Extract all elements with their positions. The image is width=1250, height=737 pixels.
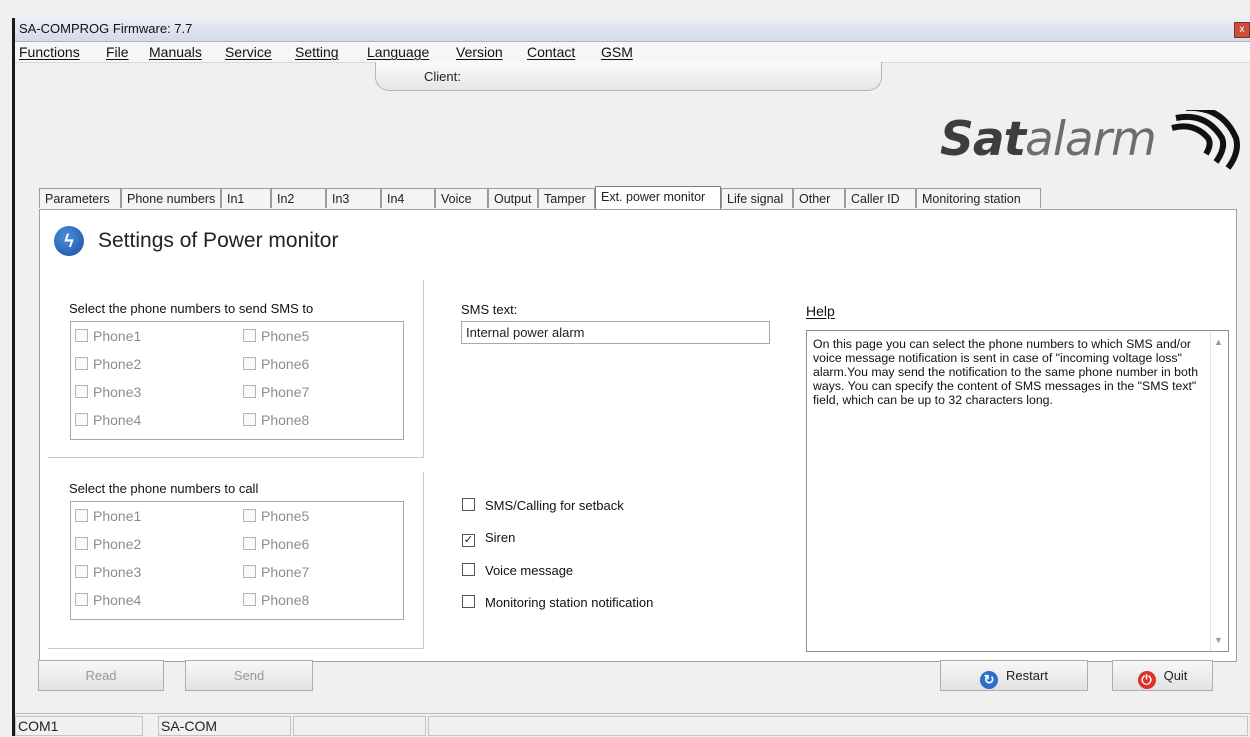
sms-phone-list: Phone1 Phone2 Phone3 Phone4 Phone5 Phone…	[70, 321, 404, 440]
tab-in4[interactable]: In4	[381, 188, 435, 208]
tab-in2[interactable]: In2	[271, 188, 326, 208]
tab-ext-power-monitor[interactable]: Ext. power monitor	[595, 186, 721, 209]
call-phone4-checkbox[interactable]: Phone4	[75, 592, 141, 608]
sms-phone8-checkbox[interactable]: Phone8	[243, 412, 309, 428]
lightning-icon: ϟ	[54, 226, 84, 256]
call-group-label: Select the phone numbers to call	[69, 481, 259, 496]
sms-phone5-checkbox[interactable]: Phone5	[243, 328, 309, 344]
quit-button[interactable]: ⏻ Quit	[1112, 660, 1213, 691]
menu-bar: Functions File Manuals Service Setting L…	[15, 42, 1250, 63]
sms-text-label: SMS text:	[461, 302, 518, 317]
menu-manuals[interactable]: Manuals	[149, 44, 202, 60]
tab-panel: ϟ Settings of Power monitor Select the p…	[39, 209, 1237, 662]
call-phone8-checkbox[interactable]: Phone8	[243, 592, 309, 608]
sms-group-label: Select the phone numbers to send SMS to	[69, 301, 314, 316]
help-textbox[interactable]: On this page you can select the phone nu…	[806, 330, 1229, 652]
help-label: Help	[806, 303, 835, 319]
client-tab: Client:	[375, 62, 882, 91]
checkbox-box	[462, 595, 475, 608]
logo-text-sat: Sat	[940, 112, 1026, 167]
status-field-3	[293, 716, 426, 736]
call-phone-list: Phone1 Phone2 Phone3 Phone4 Phone5 Phone…	[70, 501, 404, 620]
help-scrollbar[interactable]: ▲ ▼	[1210, 331, 1228, 651]
power-icon: ⏻	[1137, 671, 1156, 689]
checkbox-box	[462, 498, 475, 511]
tab-life-signal[interactable]: Life signal	[721, 188, 793, 208]
tab-caller-id[interactable]: Caller ID	[845, 188, 916, 208]
tab-parameters[interactable]: Parameters	[39, 188, 121, 208]
quit-label: Quit	[1163, 668, 1188, 683]
sms-phone6-checkbox[interactable]: Phone6	[243, 356, 309, 372]
voice-message-checkbox[interactable]: Voice message	[462, 563, 573, 578]
sms-phone2-checkbox[interactable]: Phone2	[75, 356, 141, 372]
tab-phone-numbers[interactable]: Phone numbers	[121, 188, 221, 208]
tab-tamper[interactable]: Tamper	[538, 188, 595, 208]
call-phone3-checkbox[interactable]: Phone3	[75, 564, 141, 580]
menu-gsm[interactable]: GSM	[601, 44, 633, 60]
status-device: SA-COM	[158, 716, 291, 736]
call-phone7-checkbox[interactable]: Phone7	[243, 564, 309, 580]
tab-voice[interactable]: Voice	[435, 188, 488, 208]
status-field-4	[428, 716, 1248, 736]
monitoring-station-notification-checkbox[interactable]: Monitoring station notification	[462, 595, 653, 610]
checkmark-icon: ✓	[462, 534, 475, 547]
read-button[interactable]: Read	[38, 660, 164, 691]
help-text: On this page you can select the phone nu…	[813, 337, 1199, 407]
page-title: Settings of Power monitor	[98, 229, 339, 252]
app-window: SA-COMPROG Firmware: 7.7 x Functions Fil…	[12, 18, 1250, 737]
call-phone5-checkbox[interactable]: Phone5	[243, 508, 309, 524]
tab-in3[interactable]: In3	[326, 188, 381, 208]
tab-monitoring-station[interactable]: Monitoring station	[916, 188, 1041, 208]
status-port: COM1	[15, 716, 143, 736]
sms-phone3-checkbox[interactable]: Phone3	[75, 384, 141, 400]
window-title: SA-COMPROG Firmware: 7.7	[19, 21, 193, 36]
siren-checkbox[interactable]: ✓ Siren	[462, 530, 515, 547]
client-label: Client:	[424, 69, 461, 84]
tab-output[interactable]: Output	[488, 188, 538, 208]
signal-waves-icon	[1171, 110, 1240, 170]
logo-text-alarm: alarm	[1025, 112, 1157, 167]
menu-language[interactable]: Language	[367, 44, 429, 60]
menu-file[interactable]: File	[106, 44, 129, 60]
menu-functions[interactable]: Functions	[19, 44, 80, 60]
tab-in1[interactable]: In1	[221, 188, 271, 208]
restart-label: Restart	[1006, 668, 1048, 683]
menu-setting[interactable]: Setting	[295, 44, 339, 60]
tab-other[interactable]: Other	[793, 188, 845, 208]
sms-text-input[interactable]: Internal power alarm	[461, 321, 770, 344]
scroll-down-icon[interactable]: ▼	[1214, 635, 1223, 645]
sms-phone1-checkbox[interactable]: Phone1	[75, 328, 141, 344]
send-button[interactable]: Send	[185, 660, 313, 691]
sms-phone4-checkbox[interactable]: Phone4	[75, 412, 141, 428]
satalarm-logo: Satalarm	[940, 110, 1240, 170]
menu-contact[interactable]: Contact	[527, 44, 575, 60]
restart-button[interactable]: ↻ Restart	[940, 660, 1088, 691]
menu-version[interactable]: Version	[456, 44, 503, 60]
call-phone2-checkbox[interactable]: Phone2	[75, 536, 141, 552]
close-button[interactable]: x	[1234, 22, 1250, 38]
scroll-up-icon[interactable]: ▲	[1214, 337, 1223, 347]
sms-calling-setback-checkbox[interactable]: SMS/Calling for setback	[462, 498, 624, 513]
sms-phone7-checkbox[interactable]: Phone7	[243, 384, 309, 400]
title-bar: SA-COMPROG Firmware: 7.7 x	[15, 18, 1250, 42]
menu-service[interactable]: Service	[225, 44, 272, 60]
status-bar: COM1 SA-COM	[15, 713, 1250, 737]
checkbox-box	[462, 563, 475, 576]
call-phone6-checkbox[interactable]: Phone6	[243, 536, 309, 552]
restart-icon: ↻	[980, 671, 999, 689]
call-phone1-checkbox[interactable]: Phone1	[75, 508, 141, 524]
